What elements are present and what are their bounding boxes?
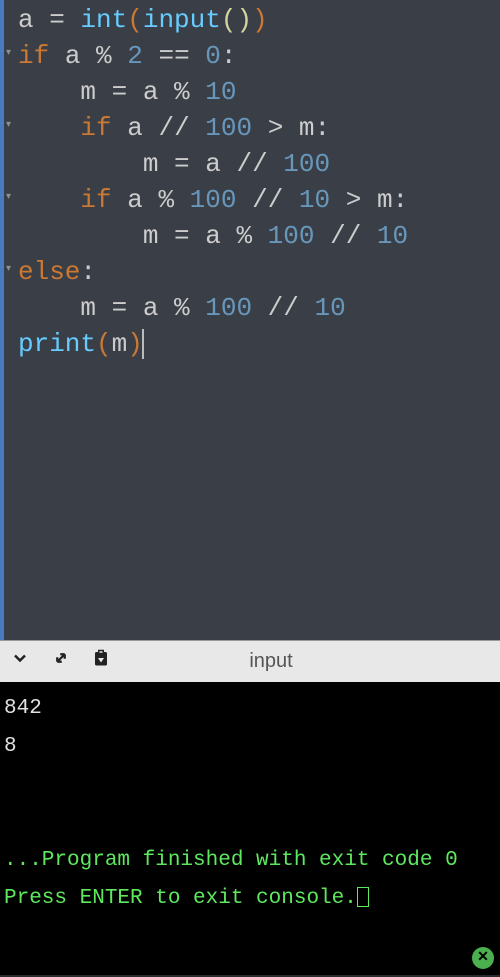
console-output[interactable]: 842 8 ...Program finished with exit code…: [0, 682, 500, 975]
code-line-6: if a % 100 // 10 > m:: [18, 182, 500, 218]
fold-marker[interactable]: [4, 216, 18, 252]
code-line-10: print(m): [18, 326, 500, 362]
chevron-down-icon[interactable]: [10, 648, 30, 675]
expand-icon[interactable]: [52, 649, 70, 674]
code-line-1: a = int(input()): [18, 2, 500, 38]
fold-marker[interactable]: [4, 144, 18, 180]
console-prompt-line: Press ENTER to exit console.: [4, 880, 496, 918]
code-line-2: if a % 2 == 0:: [18, 38, 500, 74]
code-line-7: m = a % 100 // 10: [18, 218, 500, 254]
console-cursor: [357, 887, 369, 907]
console-tab-label[interactable]: input: [132, 650, 490, 673]
editor-cursor: [142, 329, 144, 359]
fold-marker[interactable]: ▾: [4, 108, 18, 144]
code-line-5: m = a // 100: [18, 146, 500, 182]
code-line-9: m = a % 100 // 10: [18, 290, 500, 326]
code-line-8: else:: [18, 254, 500, 290]
console-finished-line: ...Program finished with exit code 0: [4, 842, 496, 880]
clipboard-icon[interactable]: [92, 648, 110, 675]
fold-marker[interactable]: ▾: [4, 36, 18, 72]
code-editor[interactable]: ▾ ▾ ▾ ▾ a = int(input()) if a % 2 == 0: …: [0, 0, 500, 640]
console-input-line: 842: [4, 690, 496, 728]
close-button[interactable]: ✕: [472, 947, 494, 969]
code-line-3: m = a % 10: [18, 74, 500, 110]
fold-marker[interactable]: [4, 72, 18, 108]
fold-marker[interactable]: ▾: [4, 252, 18, 288]
editor-gutter: ▾ ▾ ▾ ▾: [0, 0, 18, 640]
code-line-4: if a // 100 > m:: [18, 110, 500, 146]
code-area[interactable]: a = int(input()) if a % 2 == 0: m = a % …: [18, 0, 500, 640]
fold-marker[interactable]: [4, 0, 18, 36]
console-header: input: [0, 640, 500, 682]
fold-marker[interactable]: ▾: [4, 180, 18, 216]
console-output-line: 8: [4, 728, 496, 766]
